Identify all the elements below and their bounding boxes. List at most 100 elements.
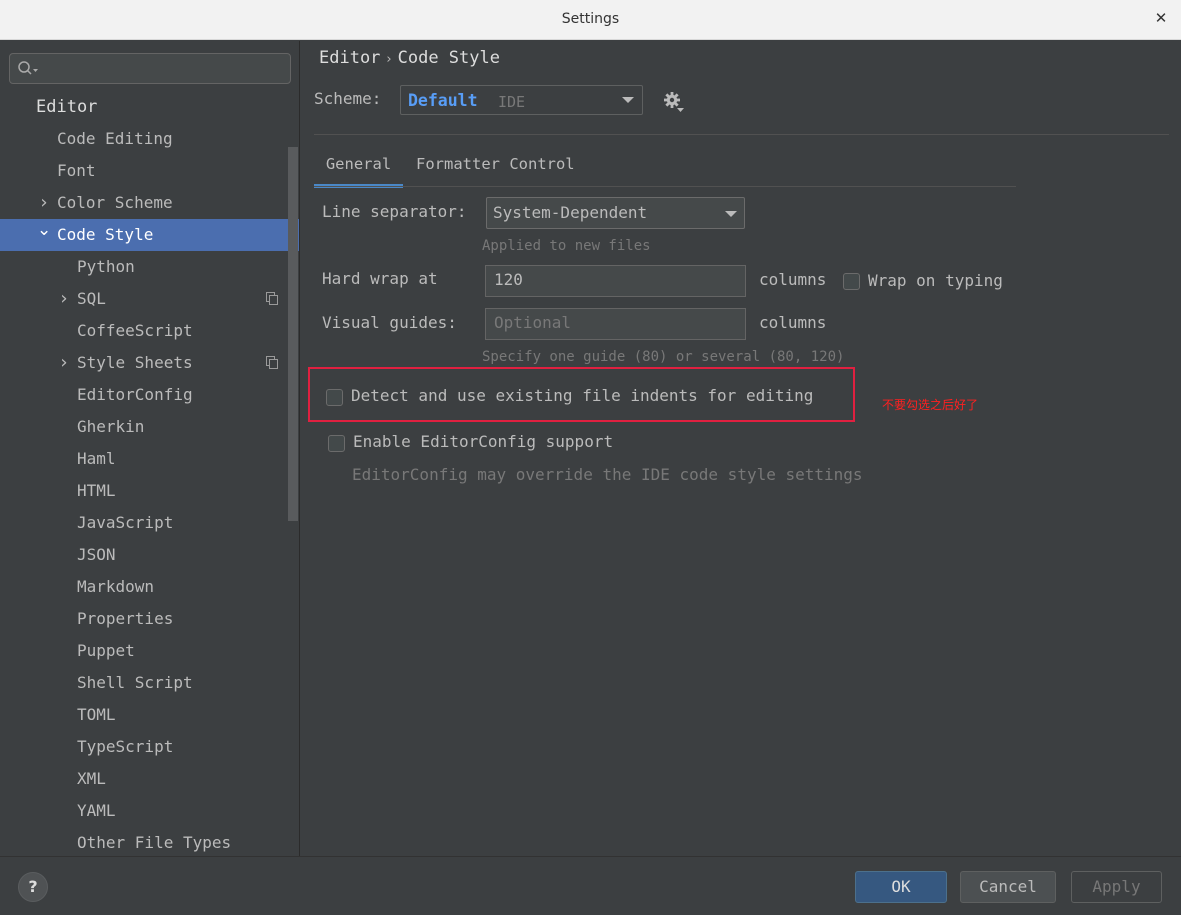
- line-separator-value: System-Dependent: [493, 203, 648, 222]
- sidebar-item-puppet[interactable]: Puppet: [0, 635, 299, 667]
- sidebar-item-label: CoffeeScript: [77, 321, 193, 340]
- sidebar-item-label: XML: [77, 769, 106, 788]
- editorconfig-checkbox[interactable]: [328, 435, 345, 452]
- scheme-type: IDE: [498, 93, 526, 111]
- sidebar-item-label: Shell Script: [77, 673, 193, 692]
- sidebar-item-label: Other File Types: [77, 833, 232, 852]
- sidebar-item-properties[interactable]: Properties: [0, 603, 299, 635]
- cancel-button[interactable]: Cancel: [960, 871, 1056, 903]
- sidebar-item-other-file-types[interactable]: Other File Types: [0, 827, 299, 856]
- chevron-down-icon: [725, 211, 737, 217]
- project-scheme-icon: [266, 356, 278, 369]
- annotation-note: 不要勾选之后好了: [882, 398, 979, 412]
- sidebar-item-label: Puppet: [77, 641, 135, 660]
- sidebar-item-label: Code Editing: [57, 129, 173, 148]
- sidebar-item-label: Code Style: [57, 225, 154, 244]
- sidebar-item-label: TOML: [77, 705, 116, 724]
- sidebar-item-style-sheets[interactable]: › Style Sheets: [0, 347, 299, 379]
- sidebar-item-color-scheme[interactable]: › Color Scheme: [0, 187, 299, 219]
- visual-guides-columns-label: columns: [759, 313, 827, 332]
- search-icon: [18, 61, 38, 75]
- sidebar-item-label: Python: [77, 257, 135, 276]
- line-separator-label: Line separator:: [322, 202, 467, 221]
- breadcrumb-separator: ›: [386, 52, 392, 67]
- close-icon[interactable]: ✕: [1153, 9, 1169, 29]
- sidebar-item-editorconfig[interactable]: EditorConfig: [0, 379, 299, 411]
- chevron-down-icon: [622, 97, 634, 103]
- tab-formatter-control[interactable]: Formatter Control: [416, 148, 575, 188]
- sidebar-scrollbar[interactable]: [288, 147, 298, 521]
- sidebar-item-label: Editor: [36, 97, 98, 117]
- hard-wrap-label: Hard wrap at: [322, 269, 438, 288]
- window-title: Settings: [561, 11, 620, 27]
- sidebar-item-label: HTML: [77, 481, 116, 500]
- detect-indents-label: Detect and use existing file indents for…: [351, 386, 814, 405]
- sidebar-item-label: Properties: [77, 609, 174, 628]
- help-button[interactable]: ?: [18, 872, 48, 902]
- project-scheme-icon: [266, 292, 278, 305]
- sidebar-item-python[interactable]: Python: [0, 251, 299, 283]
- ok-button[interactable]: OK: [855, 871, 947, 903]
- wrap-on-typing-label: Wrap on typing: [868, 271, 1003, 290]
- sidebar-item-label: JSON: [77, 545, 116, 564]
- visual-guides-placeholder: Optional: [494, 313, 572, 332]
- hard-wrap-input[interactable]: 120: [485, 265, 746, 297]
- scheme-dropdown[interactable]: Default IDE: [400, 85, 643, 115]
- sidebar-item-label: EditorConfig: [77, 385, 193, 404]
- sidebar-item-gherkin[interactable]: Gherkin: [0, 411, 299, 443]
- sidebar-item-label: Haml: [77, 449, 116, 468]
- line-separator-hint: Applied to new files: [482, 238, 651, 254]
- sidebar-item-yaml[interactable]: YAML: [0, 795, 299, 827]
- sidebar-item-haml[interactable]: Haml: [0, 443, 299, 475]
- sidebar-item-markdown[interactable]: Markdown: [0, 571, 299, 603]
- breadcrumb-parent: Editor: [319, 48, 381, 68]
- editorconfig-label: Enable EditorConfig support: [353, 432, 614, 451]
- tab-general[interactable]: General: [314, 148, 403, 188]
- title-bar: Settings ✕: [0, 0, 1181, 40]
- sidebar-item-font[interactable]: Font: [0, 155, 299, 187]
- sidebar-item-code-editing[interactable]: Code Editing: [0, 123, 299, 155]
- line-separator-dropdown[interactable]: System-Dependent: [486, 197, 745, 229]
- sidebar-item-sql[interactable]: › SQL: [0, 283, 299, 315]
- sidebar-item-label: SQL: [77, 289, 106, 308]
- sidebar-item-javascript[interactable]: JavaScript: [0, 507, 299, 539]
- scheme-name: Default: [408, 91, 478, 110]
- detect-indents-checkbox[interactable]: [326, 389, 343, 406]
- chevron-down-icon[interactable]: ⌄: [37, 219, 51, 251]
- sidebar-item-shell-script[interactable]: Shell Script: [0, 667, 299, 699]
- visual-guides-label: Visual guides:: [322, 313, 457, 332]
- visual-guides-hint: Specify one guide (80) or several (80, 1…: [482, 349, 845, 365]
- sidebar-item-xml[interactable]: XML: [0, 763, 299, 795]
- sidebar-item-toml[interactable]: TOML: [0, 699, 299, 731]
- chevron-right-icon[interactable]: ›: [57, 283, 71, 315]
- wrap-on-typing-checkbox[interactable]: [843, 273, 860, 290]
- sidebar-item-code-style[interactable]: ⌄ Code Style: [0, 219, 299, 251]
- dialog-button-bar: ? OK Cancel Apply: [0, 856, 1181, 915]
- sidebar-item-label: Style Sheets: [77, 353, 193, 372]
- breadcrumb-current: Code Style: [397, 48, 500, 68]
- settings-sidebar: Editor Code Editing Font › Color Scheme ⌄ Code…: [0, 41, 300, 856]
- breadcrumb: Editor › Code Style: [319, 48, 500, 68]
- tabs-divider: [314, 186, 1016, 187]
- hard-wrap-value: 120: [494, 270, 523, 289]
- chevron-right-icon[interactable]: ›: [37, 187, 51, 219]
- code-style-panel: Editor › Code Style Scheme: Default IDE Ge…: [301, 41, 1181, 856]
- sidebar-item-label: TypeScript: [77, 737, 174, 756]
- scheme-label: Scheme:: [314, 89, 382, 108]
- search-input[interactable]: [9, 53, 291, 84]
- sidebar-item-label: Gherkin: [77, 417, 145, 436]
- sidebar-item-typescript[interactable]: TypeScript: [0, 731, 299, 763]
- sidebar-item-label: JavaScript: [77, 513, 174, 532]
- divider: [314, 134, 1169, 135]
- sidebar-item-coffeescript[interactable]: CoffeeScript: [0, 315, 299, 347]
- sidebar-item-label: YAML: [77, 801, 116, 820]
- visual-guides-input[interactable]: Optional: [485, 308, 746, 340]
- apply-button[interactable]: Apply: [1071, 871, 1162, 903]
- hard-wrap-columns-label: columns: [759, 270, 827, 289]
- sidebar-item-html[interactable]: HTML: [0, 475, 299, 507]
- sidebar-item-label: Markdown: [77, 577, 155, 596]
- gear-icon[interactable]: [663, 91, 685, 113]
- sidebar-item-json[interactable]: JSON: [0, 539, 299, 571]
- sidebar-item-editor[interactable]: Editor: [0, 91, 299, 123]
- chevron-right-icon[interactable]: ›: [57, 347, 71, 379]
